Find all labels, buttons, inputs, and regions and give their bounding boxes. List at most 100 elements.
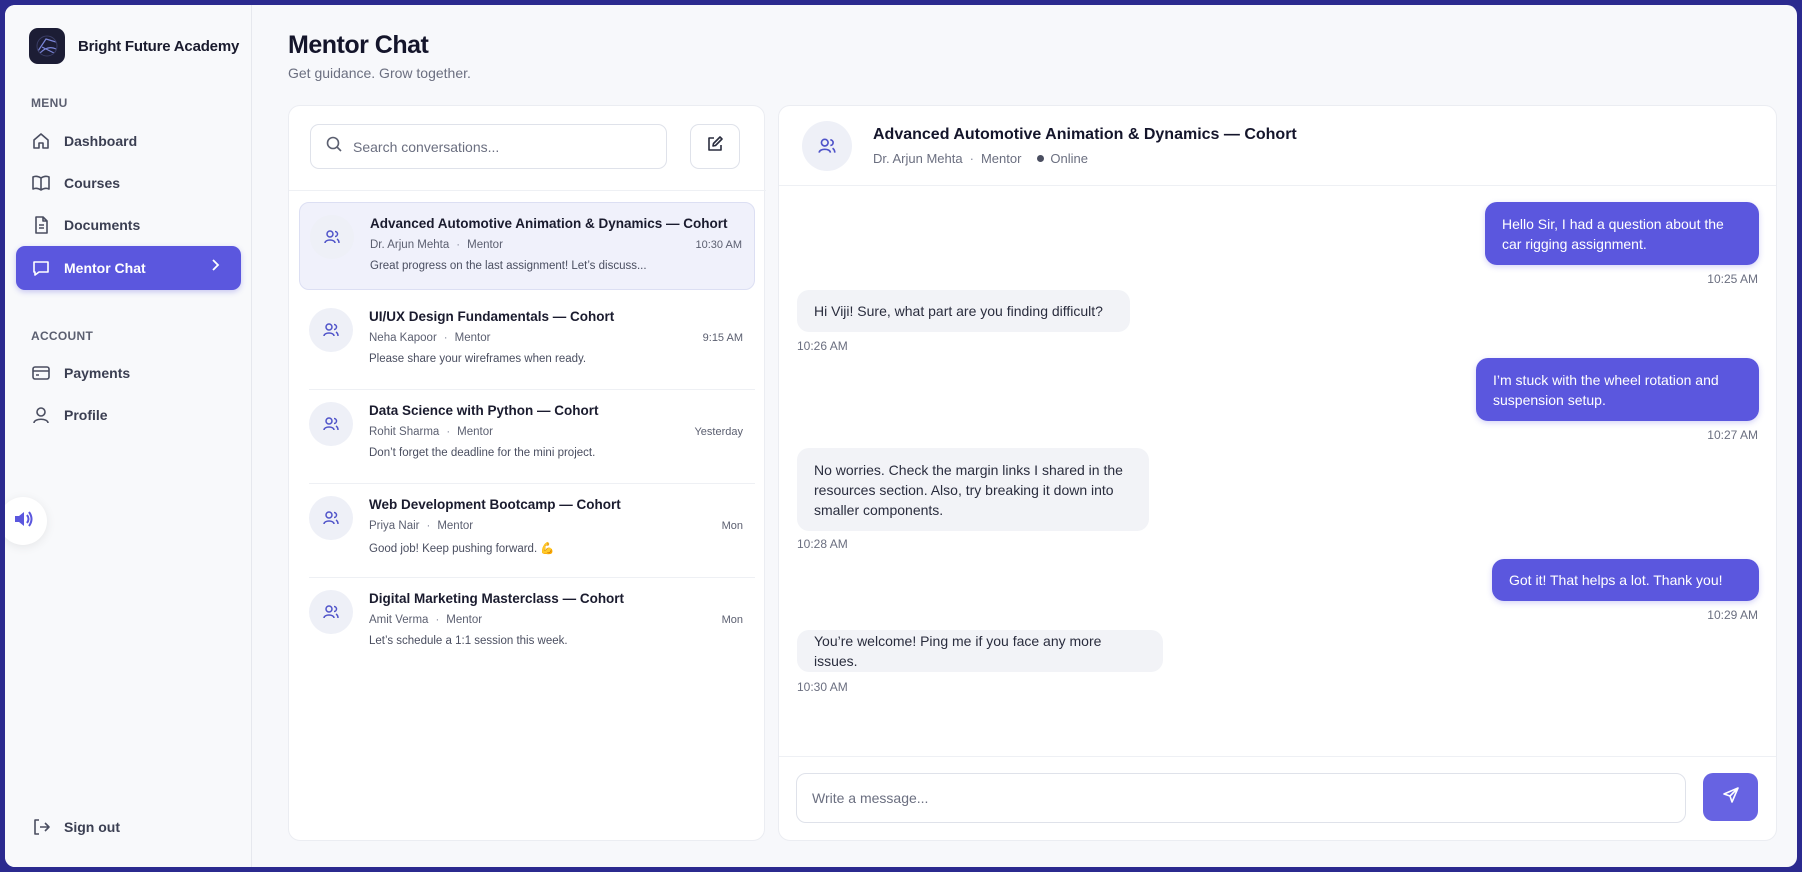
sidebar-item-label: Dashboard bbox=[64, 133, 138, 149]
sidebar-item-label: Mentor Chat bbox=[64, 260, 146, 276]
brand[interactable]: Bright Future Academy bbox=[29, 28, 239, 64]
page-title: Mentor Chat bbox=[288, 31, 429, 59]
message-time: 10:26 AM bbox=[797, 339, 848, 353]
conversation-item[interactable]: Web Development Bootcamp — Cohort Priya … bbox=[299, 484, 755, 578]
sidebar-item-label: Documents bbox=[64, 217, 141, 233]
conversation-mentor: Rohit Sharma · Mentor bbox=[369, 426, 493, 438]
conversation-time: 10:30 AM bbox=[695, 239, 742, 251]
message-composer bbox=[779, 756, 1776, 840]
account-section-label: ACCOUNT bbox=[31, 329, 94, 343]
sidebar-item-profile[interactable]: Profile bbox=[16, 395, 241, 435]
conversation-preview: Don’t forget the deadline for the mini p… bbox=[369, 447, 596, 459]
message-time: 10:28 AM bbox=[797, 537, 848, 551]
divider bbox=[289, 190, 766, 191]
mentor-name: Dr. Arjun Mehta bbox=[873, 151, 963, 166]
group-icon bbox=[309, 590, 353, 634]
message-bubble-received: No worries. Check the margin links I sha… bbox=[797, 448, 1149, 531]
mentor-name: Rohit Sharma bbox=[369, 426, 440, 438]
conversation-item[interactable]: Data Science with Python — Cohort Rohit … bbox=[299, 390, 755, 484]
mentor-role: Mentor bbox=[457, 426, 493, 438]
message-bubble-received: You’re welcome! Ping me if you face any … bbox=[797, 630, 1163, 672]
search-input[interactable] bbox=[353, 138, 653, 155]
page-subtitle: Get guidance. Grow together. bbox=[288, 65, 471, 81]
conversation-title: UI/UX Design Fundamentals — Cohort bbox=[369, 309, 615, 324]
chat-panel: Advanced Automotive Animation & Dynamics… bbox=[778, 105, 1777, 841]
conversation-preview: Please share your wireframes when ready. bbox=[369, 353, 587, 365]
user-icon bbox=[30, 404, 52, 426]
sidebar-item-label: Courses bbox=[64, 175, 121, 191]
conversation-preview: Great progress on the last assignment! L… bbox=[370, 260, 647, 272]
edit-icon bbox=[706, 135, 724, 158]
message-time: 10:30 AM bbox=[797, 680, 848, 694]
sign-out-icon bbox=[30, 816, 52, 838]
sidebar-item-mentor-chat[interactable]: Mentor Chat bbox=[16, 246, 241, 290]
chat-title: Advanced Automotive Animation & Dynamics… bbox=[873, 126, 1297, 143]
message-time: 10:27 AM bbox=[1707, 428, 1758, 442]
conversation-time: 9:15 AM bbox=[702, 332, 743, 344]
status-dot bbox=[1037, 155, 1045, 162]
conversation-list-panel: Advanced Automotive Animation & Dynamics… bbox=[288, 105, 766, 841]
compass-icon bbox=[29, 28, 65, 64]
sidebar-item-documents[interactable]: Documents bbox=[16, 205, 241, 245]
group-icon bbox=[802, 121, 852, 171]
sidebar: Bright Future Academy MENU Dashboard Cou… bbox=[5, 5, 252, 867]
message-time: 10:25 AM bbox=[1707, 272, 1758, 286]
send-button[interactable] bbox=[1703, 773, 1758, 821]
conversation-mentor: Dr. Arjun Mehta · Mentor bbox=[370, 239, 503, 251]
conversation-time: Mon bbox=[721, 520, 743, 532]
conversation-item[interactable]: Advanced Automotive Animation & Dynamics… bbox=[299, 202, 755, 290]
book-icon bbox=[30, 172, 52, 194]
group-icon bbox=[309, 496, 353, 540]
message-bubble-received: Hi Viji! Sure, what part are you finding… bbox=[797, 290, 1130, 332]
conversation-preview: Good job! Keep pushing forward. 💪 bbox=[369, 543, 555, 555]
sign-out-label: Sign out bbox=[64, 819, 120, 835]
sidebar-item-payments[interactable]: Payments bbox=[16, 353, 241, 393]
conversation-item[interactable]: Digital Marketing Masterclass — Cohort A… bbox=[299, 578, 755, 666]
message-bubble-sent: Hello Sir, I had a question about the ca… bbox=[1485, 202, 1759, 265]
chat-icon bbox=[30, 257, 52, 279]
conversation-title: Web Development Bootcamp — Cohort bbox=[369, 497, 621, 512]
group-icon bbox=[309, 308, 353, 352]
chevron-right-icon bbox=[209, 258, 221, 275]
search-box[interactable] bbox=[310, 124, 667, 169]
conversation-preview: Let’s schedule a 1:1 session this week. bbox=[369, 635, 568, 647]
document-icon bbox=[30, 214, 52, 236]
sign-out-button[interactable]: Sign out bbox=[16, 807, 241, 847]
sidebar-item-dashboard[interactable]: Dashboard bbox=[16, 121, 241, 161]
mentor-name: Amit Verma bbox=[369, 614, 429, 626]
message-input[interactable] bbox=[796, 773, 1686, 823]
app-window: Bright Future Academy MENU Dashboard Cou… bbox=[5, 5, 1797, 867]
sidebar-item-label: Profile bbox=[64, 407, 108, 423]
conversation-mentor: Amit Verma · Mentor bbox=[369, 614, 483, 626]
new-conversation-button[interactable] bbox=[690, 124, 740, 169]
credit-card-icon bbox=[30, 362, 52, 384]
group-icon bbox=[309, 402, 353, 446]
brand-name: Bright Future Academy bbox=[78, 37, 240, 55]
sidebar-item-label: Payments bbox=[64, 365, 131, 381]
mentor-name: Dr. Arjun Mehta bbox=[370, 239, 450, 251]
conversation-mentor: Priya Nair · Mentor bbox=[369, 520, 474, 532]
mentor-role: Mentor bbox=[980, 151, 1022, 166]
status-text: Online bbox=[1050, 151, 1088, 166]
conversation-title: Data Science with Python — Cohort bbox=[369, 403, 599, 418]
mentor-name: Neha Kapoor bbox=[369, 332, 437, 344]
conversation-time: Mon bbox=[721, 614, 743, 626]
message-bubble-sent: I’m stuck with the wheel rotation and su… bbox=[1476, 358, 1759, 421]
conversation-mentor: Neha Kapoor · Mentor bbox=[369, 332, 491, 344]
home-icon bbox=[30, 130, 52, 152]
message-time: 10:29 AM bbox=[1707, 608, 1758, 622]
mentor-role: Mentor bbox=[446, 614, 483, 626]
chat-subtitle: Dr. Arjun Mehta · Mentor Online bbox=[873, 151, 1088, 166]
mentor-role: Mentor bbox=[467, 239, 503, 251]
mentor-name: Priya Nair bbox=[369, 520, 420, 532]
chat-header: Advanced Automotive Animation & Dynamics… bbox=[779, 106, 1776, 186]
conversation-item[interactable]: UI/UX Design Fundamentals — Cohort Neha … bbox=[299, 296, 755, 390]
speaker-icon bbox=[11, 507, 35, 536]
conversation-title: Advanced Automotive Animation & Dynamics… bbox=[370, 216, 728, 231]
message-bubble-sent: Got it! That helps a lot. Thank you! bbox=[1492, 559, 1759, 601]
mentor-role: Mentor bbox=[437, 520, 474, 532]
mentor-role: Mentor bbox=[454, 332, 491, 344]
conversation-title: Digital Marketing Masterclass — Cohort bbox=[369, 591, 625, 606]
sidebar-item-courses[interactable]: Courses bbox=[16, 163, 241, 203]
search-icon bbox=[325, 135, 343, 158]
